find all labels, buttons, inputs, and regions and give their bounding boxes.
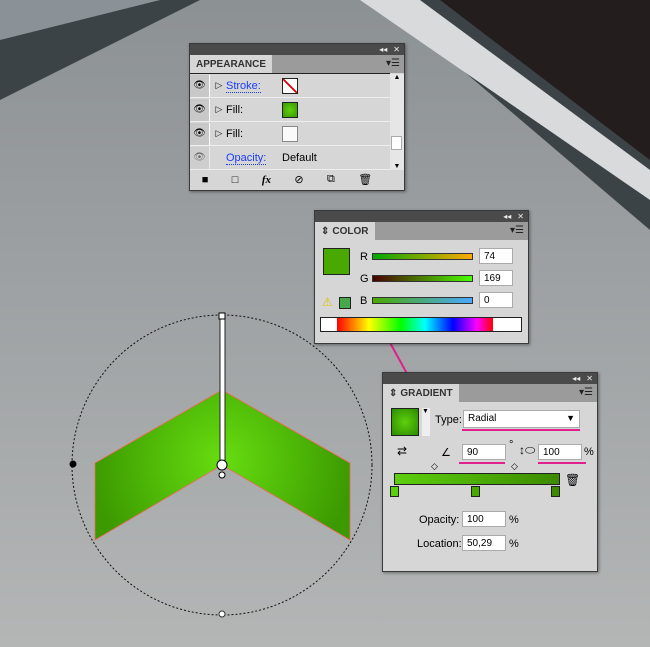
trash-icon[interactable]: 🗑	[565, 473, 580, 487]
stroke-label[interactable]: Stroke:	[226, 79, 261, 93]
reverse-gradient-icon[interactable]: ⇄	[397, 444, 407, 458]
midpoint-diamond[interactable]: ◇	[511, 461, 518, 472]
panel-menu-icon[interactable]: ▾☰	[386, 58, 400, 69]
gradient-swatch-dropdown[interactable]: ▼	[422, 408, 430, 436]
fill-label: Fill:	[226, 127, 244, 140]
stroke-swatch-none[interactable]	[282, 77, 298, 94]
type-select[interactable]: Radial ▼	[463, 410, 580, 428]
highlight-underline	[538, 462, 586, 464]
fill-label: Fill:	[226, 103, 244, 116]
color-spectrum[interactable]	[320, 317, 522, 332]
tab-gradient[interactable]: ⇕ GRADIENT	[383, 384, 459, 402]
gradient-annotator-bar[interactable]	[219, 315, 226, 467]
fill-swatch-transparent[interactable]	[282, 125, 298, 142]
expand-triangle-icon[interactable]: ▷	[214, 128, 224, 139]
close-icon[interactable]: ✕	[393, 45, 400, 54]
scrollbar[interactable]: ▲ ▼	[390, 74, 404, 170]
gradient-annotator-origin[interactable]	[216, 459, 228, 471]
b-input[interactable]	[479, 292, 513, 308]
gradient-preview-swatch[interactable]	[391, 408, 419, 436]
type-label: Type:	[435, 414, 462, 426]
appearance-row-fill-2[interactable]: 👁 ▷ Fill:	[190, 122, 390, 146]
chevron-down-icon: ▼	[566, 413, 575, 423]
trash-icon[interactable]: 🗑	[358, 173, 372, 186]
location-label: Location:	[417, 538, 462, 550]
opacity-input[interactable]	[462, 511, 506, 527]
panel-titlebar[interactable]: ◂◂ ✕	[190, 44, 404, 55]
angle-icon: ∠	[441, 447, 451, 459]
tab-arrows-icon: ⇕	[389, 387, 398, 399]
tab-label: GRADIENT	[400, 387, 453, 399]
fx-icon[interactable]: fx	[262, 174, 271, 186]
gradient-annotator-small-handle[interactable]	[218, 471, 226, 479]
gamut-warning-icon[interactable]: ⚠	[322, 295, 333, 309]
panel-menu-icon[interactable]: ▾☰	[510, 225, 524, 236]
opacity-label: Opacity:	[419, 514, 460, 526]
appearance-row-stroke[interactable]: 👁 ▷ Stroke:	[190, 74, 390, 98]
collapse-icon[interactable]: ◂◂	[503, 212, 511, 221]
aspect-ratio-icon: ↕⬭	[519, 443, 536, 457]
fill-color-swatch[interactable]	[323, 248, 350, 275]
r-slider[interactable]	[372, 253, 473, 260]
gradient-annotator-end-handle[interactable]	[218, 312, 226, 320]
appearance-panel: ◂◂ ✕ APPEARANCE ▾☰ 👁 ▷ Stroke: 👁 ▷ Fill: 👁 ▷ Fil…	[189, 43, 405, 191]
tab-color[interactable]: ⇕ COLOR	[315, 222, 375, 240]
appearance-footer: ■ □ fx ⊘ ⧉ 🗑	[190, 169, 404, 189]
add-stroke-icon[interactable]: ■	[202, 174, 209, 186]
expand-triangle-icon[interactable]: ▷	[214, 80, 224, 91]
duplicate-icon[interactable]: ⧉	[327, 173, 335, 186]
circle-bottom-handle[interactable]	[218, 610, 226, 618]
collapse-icon[interactable]: ◂◂	[572, 374, 580, 383]
percent-label: %	[584, 446, 594, 458]
appearance-row-fill[interactable]: 👁 ▷ Fill:	[190, 98, 390, 122]
r-input[interactable]	[479, 248, 513, 264]
b-label: B	[360, 295, 368, 307]
expand-triangle-icon[interactable]: ▷	[214, 104, 224, 115]
clear-icon[interactable]: ⊘	[294, 173, 303, 186]
web-safe-swatch[interactable]	[339, 297, 351, 309]
panel-titlebar[interactable]: ◂◂ ✕	[315, 211, 528, 222]
highlight-underline	[459, 462, 505, 464]
tab-label: COLOR	[332, 225, 369, 237]
highlight-underline	[462, 429, 580, 431]
gradient-stop-end[interactable]	[551, 486, 560, 497]
tab-label: APPEARANCE	[196, 58, 267, 70]
eye-icon[interactable]: 👁	[190, 98, 210, 121]
close-icon[interactable]: ✕	[517, 212, 524, 221]
b-slider[interactable]	[372, 297, 473, 304]
appearance-row-opacity[interactable]: 👁 Opacity: Default	[190, 146, 390, 170]
close-icon[interactable]: ✕	[586, 374, 593, 383]
g-slider[interactable]	[372, 275, 473, 282]
tab-arrows-icon: ⇕	[321, 225, 330, 237]
gradient-stop-middle[interactable]	[471, 486, 480, 497]
gradient-stop-start[interactable]	[390, 486, 399, 497]
panel-menu-icon[interactable]: ▾☰	[579, 387, 593, 398]
degree-symbol: °	[509, 439, 514, 451]
gradient-slider[interactable]	[394, 473, 560, 485]
angle-input[interactable]	[462, 444, 506, 460]
opacity-label[interactable]: Opacity:	[226, 151, 267, 165]
g-label: G	[360, 273, 369, 285]
gradient-panel: ◂◂ ✕ ⇕GRADIENT ▾☰ ▼ Type: Radial ▼ ⇄ ∠ ° ↕⬭…	[382, 372, 598, 572]
circle-left-handle[interactable]	[69, 460, 77, 468]
type-value: Radial	[468, 413, 497, 424]
midpoint-diamond[interactable]: ◇	[431, 461, 438, 472]
r-label: R	[360, 251, 368, 263]
eye-icon[interactable]: 👁	[190, 146, 210, 169]
aspect-ratio-input[interactable]	[538, 444, 582, 460]
eye-icon[interactable]: 👁	[190, 74, 210, 97]
panel-titlebar[interactable]: ◂◂ ✕	[383, 373, 597, 384]
fill-swatch-green[interactable]	[282, 101, 298, 118]
g-input[interactable]	[479, 270, 513, 286]
collapse-icon[interactable]: ◂◂	[379, 45, 387, 54]
opacity-value: Default	[282, 151, 317, 164]
add-fill-icon[interactable]: □	[232, 174, 239, 186]
location-input[interactable]	[462, 535, 506, 551]
eye-icon[interactable]: 👁	[190, 122, 210, 145]
percent-label: %	[509, 538, 519, 550]
tab-appearance[interactable]: APPEARANCE	[190, 55, 273, 73]
percent-label: %	[509, 514, 519, 526]
color-panel: ◂◂ ✕ ⇕COLOR ▾☰ ⚠ R G B	[314, 210, 529, 344]
